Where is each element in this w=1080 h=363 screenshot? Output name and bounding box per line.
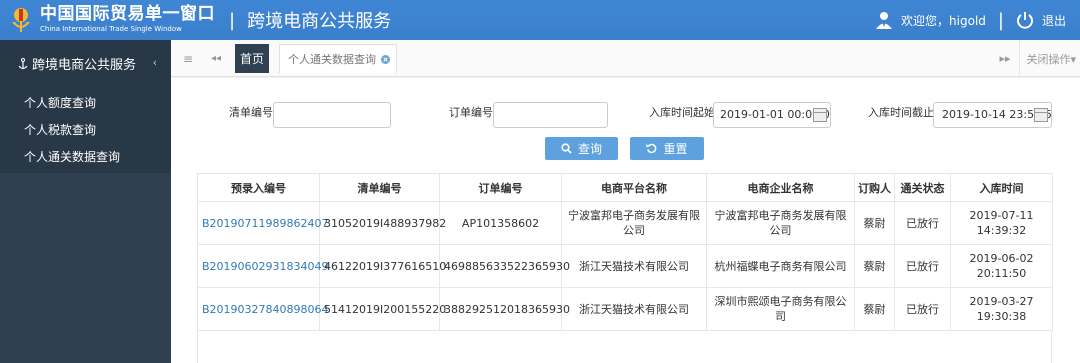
- table-header-row: 预录入编号 清单编号 订单编号 电商平台名称 电商企业名称 订购人 通关状态 入…: [197, 173, 1053, 202]
- header-separator: |: [229, 9, 236, 31]
- reset-button-label: 重置: [663, 142, 688, 156]
- user-icon: [876, 12, 893, 29]
- sidebar-item-clearance[interactable]: 个人通关数据查询: [0, 144, 171, 171]
- end-time-input[interactable]: 2019-10-14 23:59:59: [933, 102, 1052, 128]
- sidebar-heading-label: 跨境电商公共服务: [32, 58, 137, 73]
- order-no-input[interactable]: [493, 102, 608, 128]
- tab-bar: ≡ ◂◂ 首页 个人通关数据查询 ▸▸ 关闭操作▾: [171, 40, 1080, 77]
- table-cell: 已放行: [894, 201, 951, 245]
- start-time-label: 入库时间起始: [649, 106, 715, 119]
- logout-link[interactable]: 退出: [1042, 12, 1066, 29]
- logo-title-en: China International Trade Single Window: [40, 25, 182, 34]
- tab-close-icon[interactable]: [381, 54, 390, 64]
- tab-scroll-left-icon[interactable]: ◂◂: [205, 40, 227, 77]
- tab-clearance-label: 个人通关数据查询: [288, 53, 376, 66]
- table-cell: 已放行: [894, 244, 951, 288]
- table-cell: 已放行: [894, 287, 951, 331]
- customs-emblem-icon: [12, 8, 30, 32]
- logo: 中国国际贸易单一窗口 China International Trade Sin…: [0, 6, 215, 34]
- reset-button[interactable]: 重置: [630, 137, 704, 160]
- table-cell: 深圳市熙颂电子商务有限公司: [706, 287, 855, 331]
- calendar-icon[interactable]: [813, 108, 827, 122]
- table-cell: 2019-06-02 20:11:50: [950, 244, 1053, 288]
- pre-entry-no-link[interactable]: B20190602931834049: [197, 244, 329, 288]
- table-cell: 2019-07-11 14:39:32: [950, 201, 1053, 245]
- sidebar-item-quota[interactable]: 个人额度查询: [0, 90, 171, 117]
- table-empty-area: [197, 330, 1052, 363]
- chevron-left-icon[interactable]: ‹: [153, 56, 157, 69]
- column-header[interactable]: 电商企业名称: [706, 173, 855, 202]
- pre-entry-no-link[interactable]: B20190327840898064: [197, 287, 329, 331]
- sidebar-menu: 个人额度查询 个人税款查询 个人通关数据查询: [0, 87, 171, 173]
- table-cell: 蔡尉: [854, 244, 895, 288]
- column-header[interactable]: 清单编号: [319, 173, 440, 202]
- table-cell: AP101358602: [439, 201, 562, 245]
- table-cell: 46122019I377616510: [319, 244, 446, 288]
- pre-entry-no-link[interactable]: B20190711989862407: [197, 201, 329, 245]
- search-button-label: 查询: [577, 142, 602, 156]
- anchor-icon: [18, 57, 28, 69]
- top-header: 中国国际贸易单一窗口 China International Trade Sin…: [0, 0, 1080, 40]
- tab-clearance-query[interactable]: 个人通关数据查询: [279, 44, 397, 73]
- table-cell: 浙江天猫技术有限公司: [561, 244, 707, 288]
- tab-scroll-right-icon[interactable]: ▸▸: [992, 40, 1018, 77]
- end-time-label: 入库时间截止: [868, 106, 934, 119]
- table-cell: 宁波富邦电子商务发展有限公司: [561, 201, 707, 245]
- column-header[interactable]: 入库时间: [950, 173, 1053, 202]
- logo-title-cn: 中国国际贸易单一窗口: [40, 4, 215, 25]
- header-divider: |: [997, 9, 1004, 31]
- start-time-input[interactable]: 2019-01-01 00:00:00: [713, 102, 831, 128]
- table-row[interactable]: B20190327840898064 51412019I200155220 38…: [197, 287, 1053, 331]
- table-cell: 蔡尉: [854, 201, 895, 245]
- tab-home[interactable]: 首页: [235, 44, 269, 73]
- search-icon: [561, 143, 572, 154]
- table-cell: 宁波富邦电子商务发展有限公司: [706, 201, 855, 245]
- menu-toggle-icon[interactable]: ≡: [177, 40, 199, 77]
- main-content: 清单编号 订单编号 入库时间起始 2019-01-01 00:00:00 入库时…: [171, 78, 1080, 363]
- table-cell: 浙江天猫技术有限公司: [561, 287, 707, 331]
- column-header[interactable]: 通关状态: [894, 173, 951, 202]
- welcome-text: 欢迎您，higold: [901, 13, 986, 28]
- column-header[interactable]: 电商平台名称: [561, 173, 707, 202]
- table-cell: 388292512018365930: [439, 287, 570, 331]
- sidebar-item-tax[interactable]: 个人税款查询: [0, 117, 171, 144]
- sidebar-heading[interactable]: 跨境电商公共服务 ‹: [0, 40, 171, 87]
- list-no-label: 清单编号: [229, 106, 273, 119]
- calendar-icon[interactable]: [1034, 108, 1048, 122]
- list-no-input[interactable]: [273, 102, 391, 128]
- table-cell: 469885633522365930: [439, 244, 570, 288]
- system-title: 跨境电商公共服务: [247, 11, 392, 32]
- table-cell: 杭州福蝶电子商务有限公司: [706, 244, 855, 288]
- order-no-label: 订单编号: [449, 106, 493, 119]
- table-row[interactable]: B20190602931834049 46122019I377616510 46…: [197, 244, 1053, 288]
- column-header[interactable]: 订单编号: [439, 173, 562, 202]
- table-cell: 2019-03-27 19:30:38: [950, 287, 1053, 331]
- table-row[interactable]: B20190711989862407 31052019I488937982 AP…: [197, 201, 1053, 245]
- column-header[interactable]: 预录入编号: [197, 173, 320, 202]
- power-icon[interactable]: [1016, 11, 1034, 29]
- close-operations-dropdown[interactable]: 关闭操作▾: [1019, 40, 1076, 77]
- table-cell: 蔡尉: [854, 287, 895, 331]
- table-cell: 31052019I488937982: [319, 201, 446, 245]
- sidebar: 跨境电商公共服务 ‹ 个人额度查询 个人税款查询 个人通关数据查询: [0, 40, 171, 363]
- results-table: 预录入编号 清单编号 订单编号 电商平台名称 电商企业名称 订购人 通关状态 入…: [197, 173, 1053, 331]
- search-button[interactable]: 查询: [545, 137, 618, 160]
- column-header[interactable]: 订购人: [854, 173, 895, 202]
- reset-icon: [646, 143, 657, 154]
- table-cell: 51412019I200155220: [319, 287, 446, 331]
